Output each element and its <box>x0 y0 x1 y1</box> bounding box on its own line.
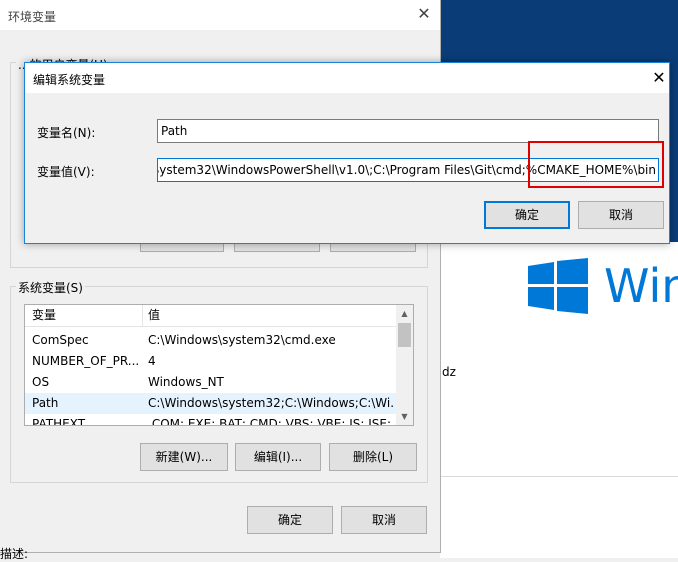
row-variable-name: ComSpec <box>32 333 89 347</box>
table-row[interactable]: NUMBER_OF_PR... 4 <box>25 351 397 372</box>
ok-button[interactable]: 确定 <box>247 506 333 534</box>
table-row[interactable]: ComSpec C:\Windows\system32\cmd.exe <box>25 330 397 351</box>
dialog-titlebar[interactable] <box>25 63 669 93</box>
list-scrollbar[interactable]: ▲ ▼ <box>396 305 413 425</box>
row-variable-name: NUMBER_OF_PR... <box>32 354 140 368</box>
windows-logo-icon <box>528 258 588 314</box>
scroll-up-icon[interactable]: ▲ <box>396 305 413 322</box>
close-icon[interactable]: ✕ <box>649 68 669 87</box>
table-row[interactable]: OS Windows_NT <box>25 372 397 393</box>
column-header-value[interactable]: 值 <box>148 305 394 326</box>
row-variable-value: C:\Windows\system32\cmd.exe <box>148 333 336 347</box>
windows-wordmark: Win <box>604 259 678 313</box>
window-titlebar[interactable] <box>0 0 440 30</box>
close-icon[interactable]: ✕ <box>414 4 434 23</box>
column-separator[interactable] <box>142 305 143 326</box>
variable-name-label: 变量名(N): <box>37 126 96 140</box>
scroll-thumb[interactable] <box>398 323 411 347</box>
description-label-fragment: 描述: <box>0 547 29 561</box>
row-variable-value: C:\Windows\system32;C:\Windows;C:\Wi... <box>148 396 394 410</box>
background-divider <box>440 476 678 477</box>
system-variables-label: 系统变量(S) <box>16 279 85 296</box>
background-text-fragment: dz <box>442 365 456 379</box>
row-variable-name: PATHEXT <box>32 417 86 426</box>
column-header-variable[interactable]: 变量 <box>32 305 142 326</box>
variable-value-label: 变量值(V): <box>37 165 95 179</box>
dialog-cancel-button[interactable]: 取消 <box>578 201 664 229</box>
edit-variable-button[interactable]: 编辑(I)... <box>235 443 321 471</box>
row-variable-name: Path <box>32 396 59 410</box>
new-variable-button[interactable]: 新建(W)... <box>140 443 228 471</box>
dialog-title: 编辑系统变量 <box>33 73 106 87</box>
row-variable-value: 4 <box>148 354 156 368</box>
delete-variable-button[interactable]: 删除(L) <box>329 443 417 471</box>
dialog-ok-button[interactable]: 确定 <box>484 201 570 229</box>
red-annotation-box <box>528 141 664 188</box>
row-variable-name: OS <box>32 375 50 389</box>
variable-name-input[interactable]: Path <box>157 119 659 143</box>
list-header: 变量 值 <box>25 305 397 327</box>
row-variable-value: .COM;.EXE;.BAT;.CMD;.VBS;.VBE;.JS;.JSE;.… <box>148 417 394 426</box>
window-title: 环境变量 <box>8 10 57 24</box>
row-variable-value: Windows_NT <box>148 375 224 389</box>
scroll-down-icon[interactable]: ▼ <box>396 408 413 425</box>
cancel-button[interactable]: 取消 <box>341 506 427 534</box>
table-row[interactable]: PATHEXT .COM;.EXE;.BAT;.CMD;.VBS;.VBE;.J… <box>25 414 397 426</box>
table-row-selected[interactable]: Path C:\Windows\system32;C:\Windows;C:\W… <box>25 393 397 414</box>
system-variables-list[interactable]: 变量 值 ComSpec C:\Windows\system32\cmd.exe… <box>24 304 414 426</box>
